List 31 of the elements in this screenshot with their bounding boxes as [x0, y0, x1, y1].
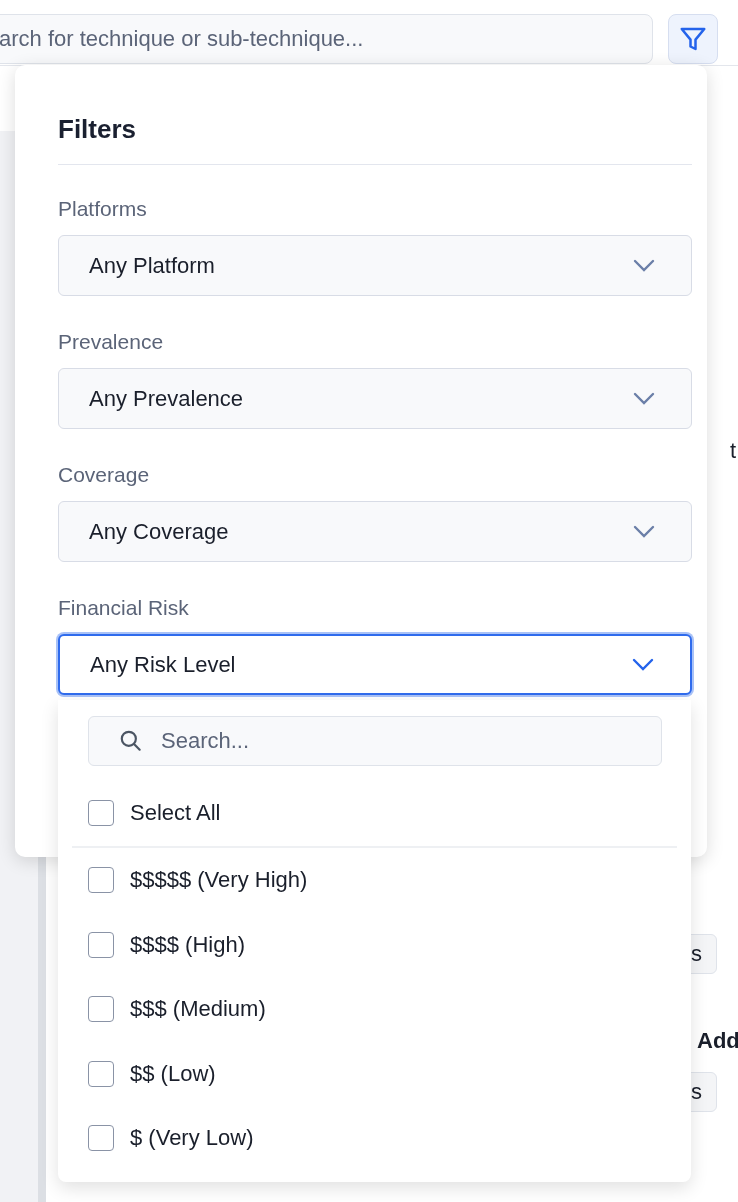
filter-button[interactable]: [668, 14, 718, 64]
search-icon: [118, 728, 144, 754]
panel-title: Filters: [58, 113, 138, 145]
field-label: Prevalence: [58, 329, 165, 355]
field-label: Coverage: [58, 462, 151, 488]
search-field[interactable]: Search...: [88, 716, 662, 766]
dropdown-select[interactable]: Any Risk Level: [58, 634, 692, 695]
menu-option[interactable]: $ (Very Low): [88, 1106, 691, 1171]
field-label: Financial Risk: [58, 595, 190, 621]
menu-option[interactable]: $$$$$ (Very High): [88, 848, 691, 913]
checkbox[interactable]: [88, 1125, 114, 1152]
dropdown-select[interactable]: Any Platform: [58, 235, 692, 296]
chevron-down-icon: [633, 524, 655, 539]
search-field[interactable]: arch for technique or sub-technique...: [0, 14, 653, 64]
chevron-down-icon: [633, 258, 655, 273]
checkbox[interactable]: [88, 867, 114, 894]
checkbox[interactable]: [88, 931, 114, 958]
field-label: Platforms: [58, 196, 148, 222]
menu-option[interactable]: Select All: [88, 780, 691, 846]
checkbox[interactable]: [88, 1060, 114, 1087]
menu-option[interactable]: $$ (Low): [88, 1041, 691, 1106]
section-heading: Add: [697, 1028, 738, 1054]
dropdown-select[interactable]: Any Prevalence: [58, 368, 692, 429]
chevron-down-icon: [633, 391, 655, 406]
dropdown-select[interactable]: Any Coverage: [58, 501, 692, 562]
chevron-down-icon: [632, 657, 654, 672]
checkbox[interactable]: [88, 996, 114, 1023]
menu-option[interactable]: $$$ (Medium): [88, 977, 691, 1042]
table-text: t: [730, 438, 737, 464]
checkbox[interactable]: [88, 800, 114, 826]
menu-option[interactable]: $$$$ (High): [88, 912, 691, 977]
